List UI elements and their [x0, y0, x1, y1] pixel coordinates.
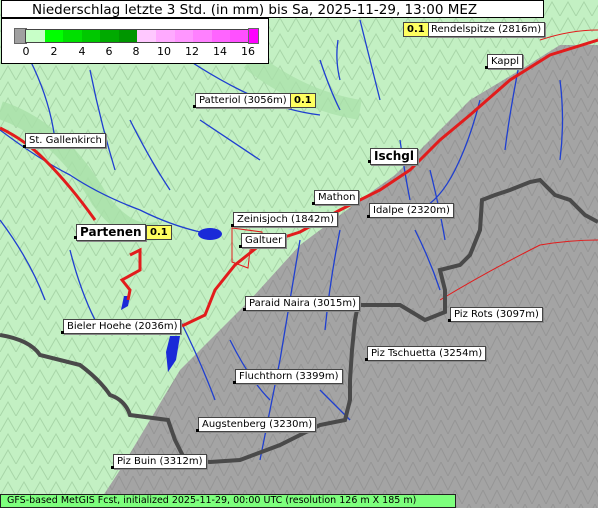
- legend-segment: [193, 30, 212, 42]
- legend-tick-label: 12: [185, 45, 199, 58]
- place-label: Rendelspitze (2816m): [427, 22, 546, 37]
- place-marker: [74, 236, 77, 239]
- legend-tick-label: 10: [157, 45, 171, 58]
- place-marker: [61, 331, 64, 334]
- place-marker: [448, 319, 451, 322]
- lake-kops: [198, 228, 222, 240]
- legend-tick-label: 6: [105, 45, 113, 58]
- precipitation-value-badge: 0.1: [146, 225, 172, 240]
- place-marker: [367, 215, 370, 218]
- place-marker: [111, 466, 114, 469]
- place-label: Kappl: [487, 54, 523, 69]
- place-label: Piz Tschuetta (3254m): [367, 346, 487, 361]
- place-label: Piz Buin (3312m): [113, 454, 207, 469]
- place-label: Fluchthorn (3399m): [235, 369, 343, 384]
- legend-segment: [174, 30, 194, 42]
- place-marker: [23, 145, 26, 148]
- place-marker: [365, 358, 368, 361]
- place-label: Zeinisjoch (1842m): [233, 212, 339, 227]
- place-label: Ischgl: [370, 148, 418, 165]
- place-label: Galtuer: [241, 233, 287, 248]
- place-marker: [312, 202, 315, 205]
- place-marker: [239, 245, 242, 248]
- place-label: Piz Rots (3097m): [450, 307, 543, 322]
- legend-segment: [44, 30, 64, 42]
- place-marker: [193, 105, 196, 108]
- place-marker: [485, 66, 488, 69]
- place-marker: [231, 224, 234, 227]
- place-marker: [196, 429, 199, 432]
- place-label: Partenen: [76, 224, 146, 241]
- precipitation-value-badge: 0.1: [290, 93, 316, 108]
- place-label: St. Gallenkirch: [25, 133, 106, 148]
- place-marker: [243, 308, 246, 311]
- legend-tick-label: 14: [213, 45, 227, 58]
- place-label: Mathon: [314, 190, 360, 205]
- legend-segment: [81, 30, 101, 42]
- legend-tick-label: 0: [22, 45, 30, 58]
- place-label: Idalpe (2320m): [369, 203, 454, 218]
- legend-swatch-max: [248, 28, 259, 44]
- legend-segment: [137, 30, 157, 42]
- place-marker: [233, 381, 236, 384]
- legend-segment: [63, 30, 82, 42]
- place-label: Augstenberg (3230m): [198, 417, 317, 432]
- legend-segment: [100, 30, 119, 42]
- place-marker: [368, 160, 371, 163]
- legend-tick-label: 16: [241, 45, 255, 58]
- legend-segment: [211, 30, 231, 42]
- legend-segment: [230, 30, 249, 42]
- legend-tick-label: 8: [132, 45, 140, 58]
- legend-segment: [26, 30, 45, 42]
- legend-color-bar: [25, 29, 250, 43]
- precipitation-legend: 0 2 4 6 8 10 12 14 16: [1, 18, 269, 64]
- legend-tick-label: 2: [50, 45, 58, 58]
- map-title: Niederschlag letzte 3 Std. (in mm) bis S…: [1, 0, 544, 18]
- place-label: Patteriol (3056m): [195, 93, 291, 108]
- precipitation-value-badge: 0.1: [403, 22, 429, 37]
- place-label: Paraid Naira (3015m): [245, 296, 361, 311]
- place-label: Bieler Hoehe (2036m): [63, 319, 182, 334]
- model-info-footer: GFS-based MetGIS Fcst, initialized 2025-…: [0, 494, 456, 508]
- legend-segment: [118, 30, 138, 42]
- legend-tick-label: 4: [78, 45, 86, 58]
- legend-segment: [156, 30, 175, 42]
- precipitation-map: Niederschlag letzte 3 Std. (in mm) bis S…: [0, 0, 598, 508]
